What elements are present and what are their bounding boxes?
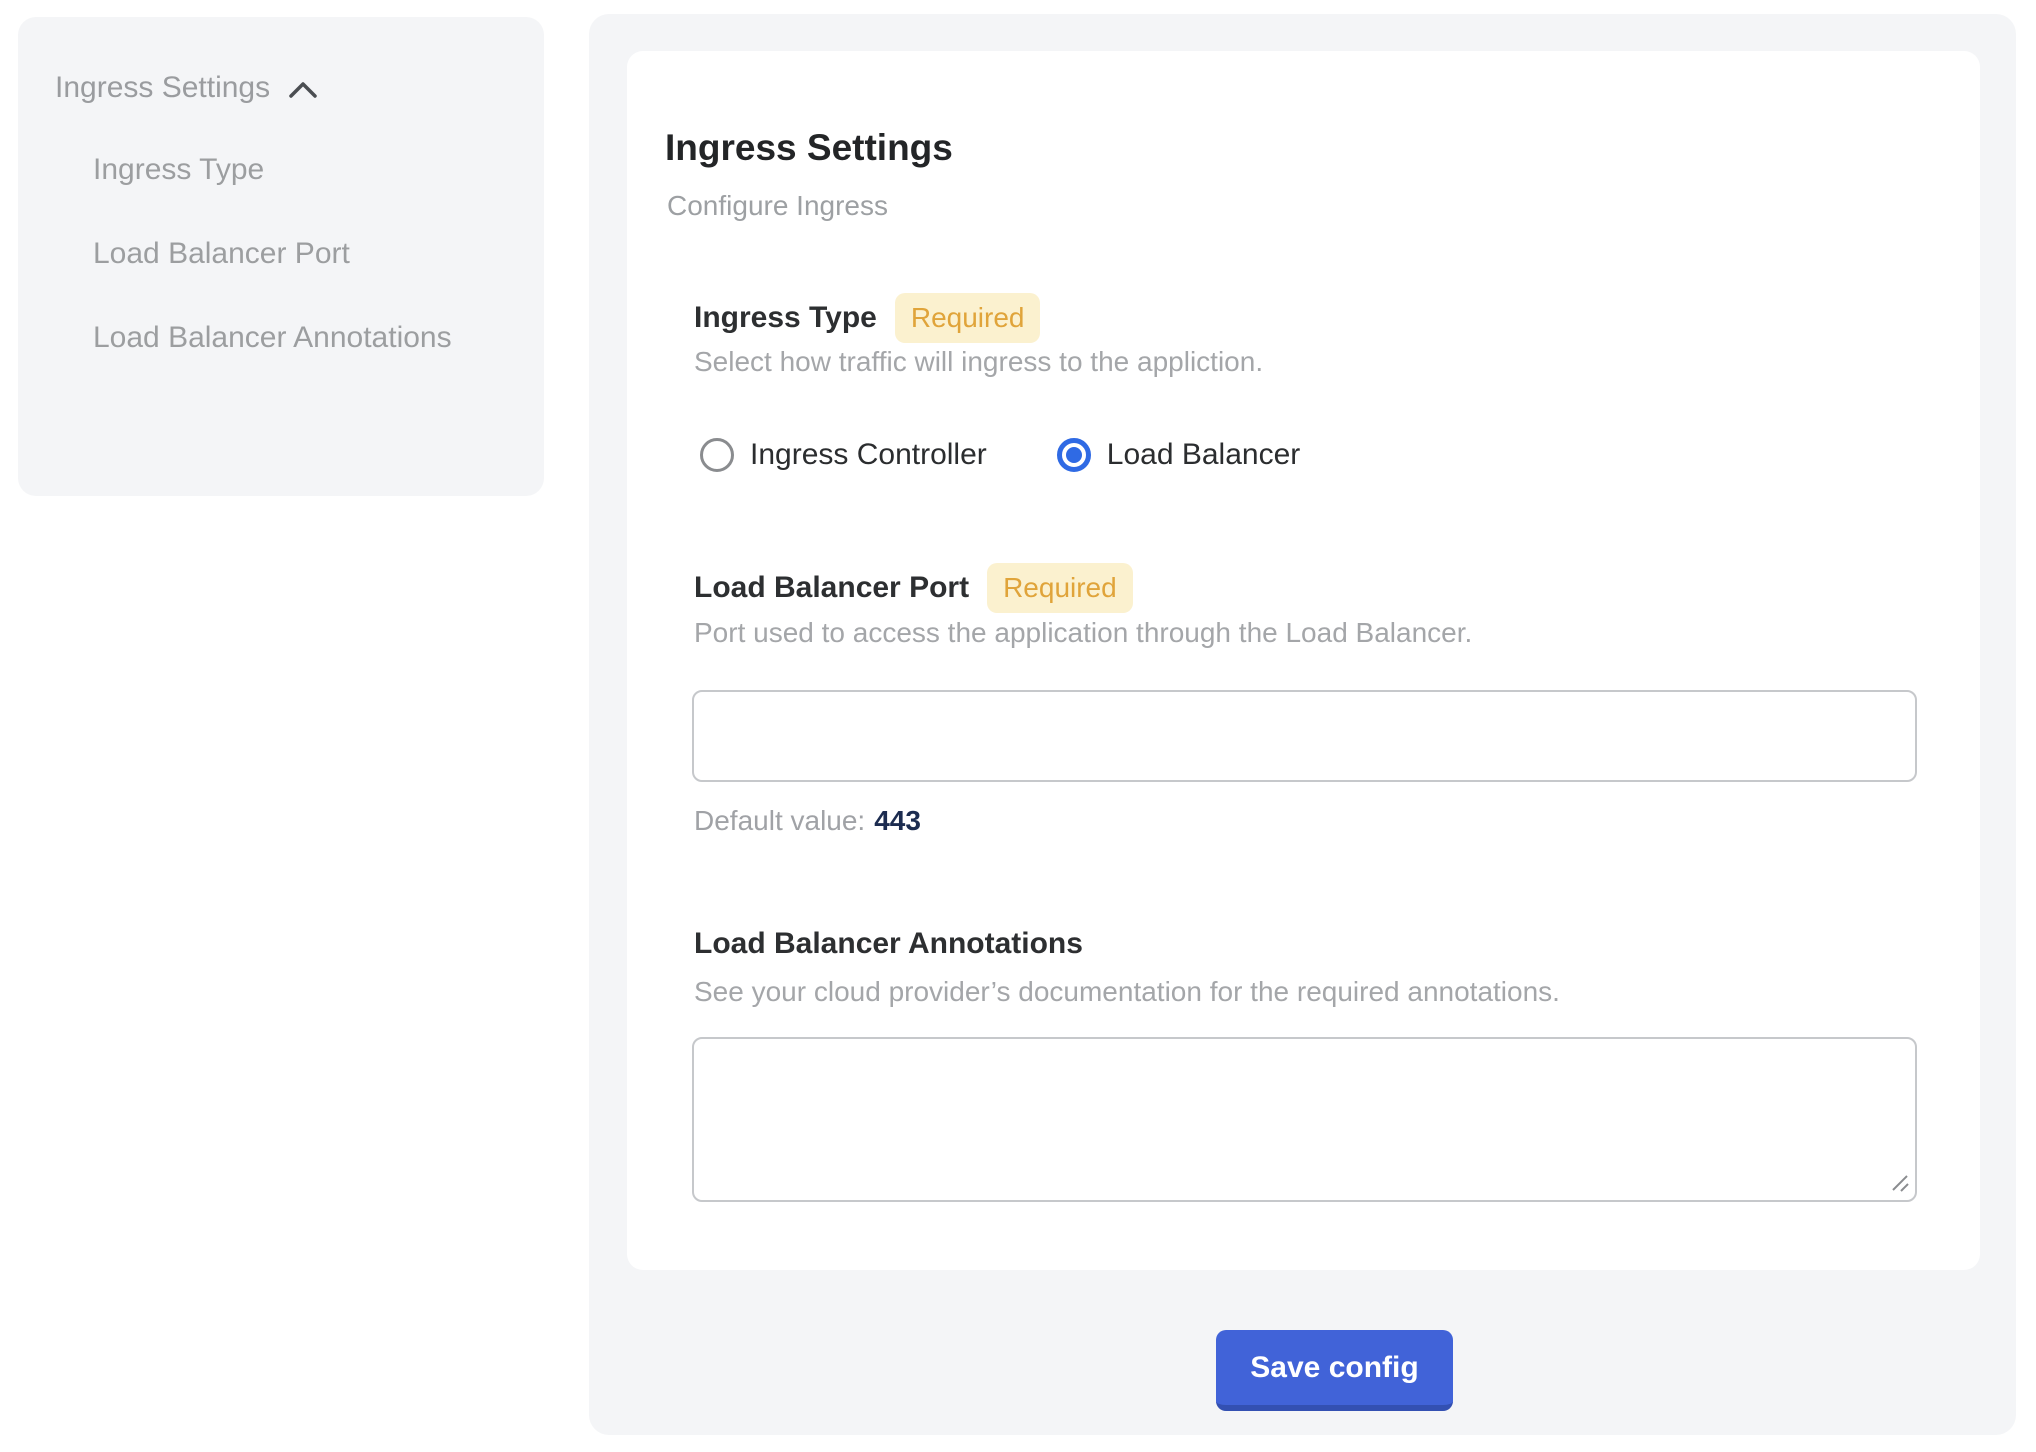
- main-panel: Ingress Settings Configure Ingress Ingre…: [589, 14, 2016, 1435]
- load-balancer-port-label: Load Balancer Port: [694, 571, 969, 605]
- required-badge: Required: [895, 293, 1041, 343]
- default-value: 443: [874, 805, 921, 836]
- ingress-settings-card: Ingress Settings Configure Ingress Ingre…: [627, 51, 1980, 1270]
- sidebar-section-title: Ingress Settings: [55, 70, 270, 106]
- radio-option-ingress-controller[interactable]: Ingress Controller: [700, 438, 987, 472]
- radio-label-ingress-controller[interactable]: Ingress Controller: [750, 438, 987, 472]
- save-config-button[interactable]: Save config: [1216, 1330, 1453, 1411]
- load-balancer-annotations-textarea[interactable]: [692, 1037, 1917, 1202]
- radio-option-load-balancer[interactable]: Load Balancer: [1057, 438, 1300, 472]
- sidebar-item-load-balancer-annotations[interactable]: Load Balancer Annotations: [93, 309, 493, 367]
- load-balancer-annotations-label-row: Load Balancer Annotations: [694, 919, 1083, 969]
- sidebar-item-load-balancer-port[interactable]: Load Balancer Port: [93, 225, 493, 283]
- resize-handle-icon[interactable]: [1887, 1170, 1911, 1194]
- sidebar-item-ingress-type[interactable]: Ingress Type: [93, 141, 493, 199]
- radio-label-load-balancer[interactable]: Load Balancer: [1107, 438, 1300, 472]
- default-value-line: Default value: 443: [694, 804, 921, 838]
- page-title: Ingress Settings: [665, 128, 953, 168]
- sidebar-section-ingress-settings[interactable]: Ingress Settings: [55, 70, 516, 106]
- load-balancer-port-label-row: Load Balancer Port Required: [694, 563, 1133, 613]
- load-balancer-port-input[interactable]: [692, 690, 1917, 782]
- ingress-type-radio-group: Ingress Controller Load Balancer: [700, 436, 1300, 474]
- radio-unselected-icon[interactable]: [700, 438, 734, 472]
- page-subtitle: Configure Ingress: [667, 189, 888, 223]
- sidebar-item-list: Ingress Type Load Balancer Port Load Bal…: [93, 141, 516, 367]
- load-balancer-port-description: Port used to access the application thro…: [694, 616, 1472, 650]
- required-badge: Required: [987, 563, 1133, 613]
- chevron-up-icon[interactable]: [288, 80, 318, 100]
- load-balancer-annotations-description: See your cloud provider’s documentation …: [694, 975, 1560, 1009]
- ingress-type-label-row: Ingress Type Required: [694, 293, 1040, 343]
- default-value-label: Default value:: [694, 805, 865, 836]
- load-balancer-annotations-label: Load Balancer Annotations: [694, 927, 1083, 961]
- load-balancer-annotations-field: [692, 1037, 1917, 1202]
- settings-sidebar: Ingress Settings Ingress Type Load Balan…: [18, 17, 544, 496]
- ingress-type-label: Ingress Type: [694, 301, 877, 335]
- radio-selected-icon[interactable]: [1057, 438, 1091, 472]
- ingress-type-description: Select how traffic will ingress to the a…: [694, 345, 1263, 379]
